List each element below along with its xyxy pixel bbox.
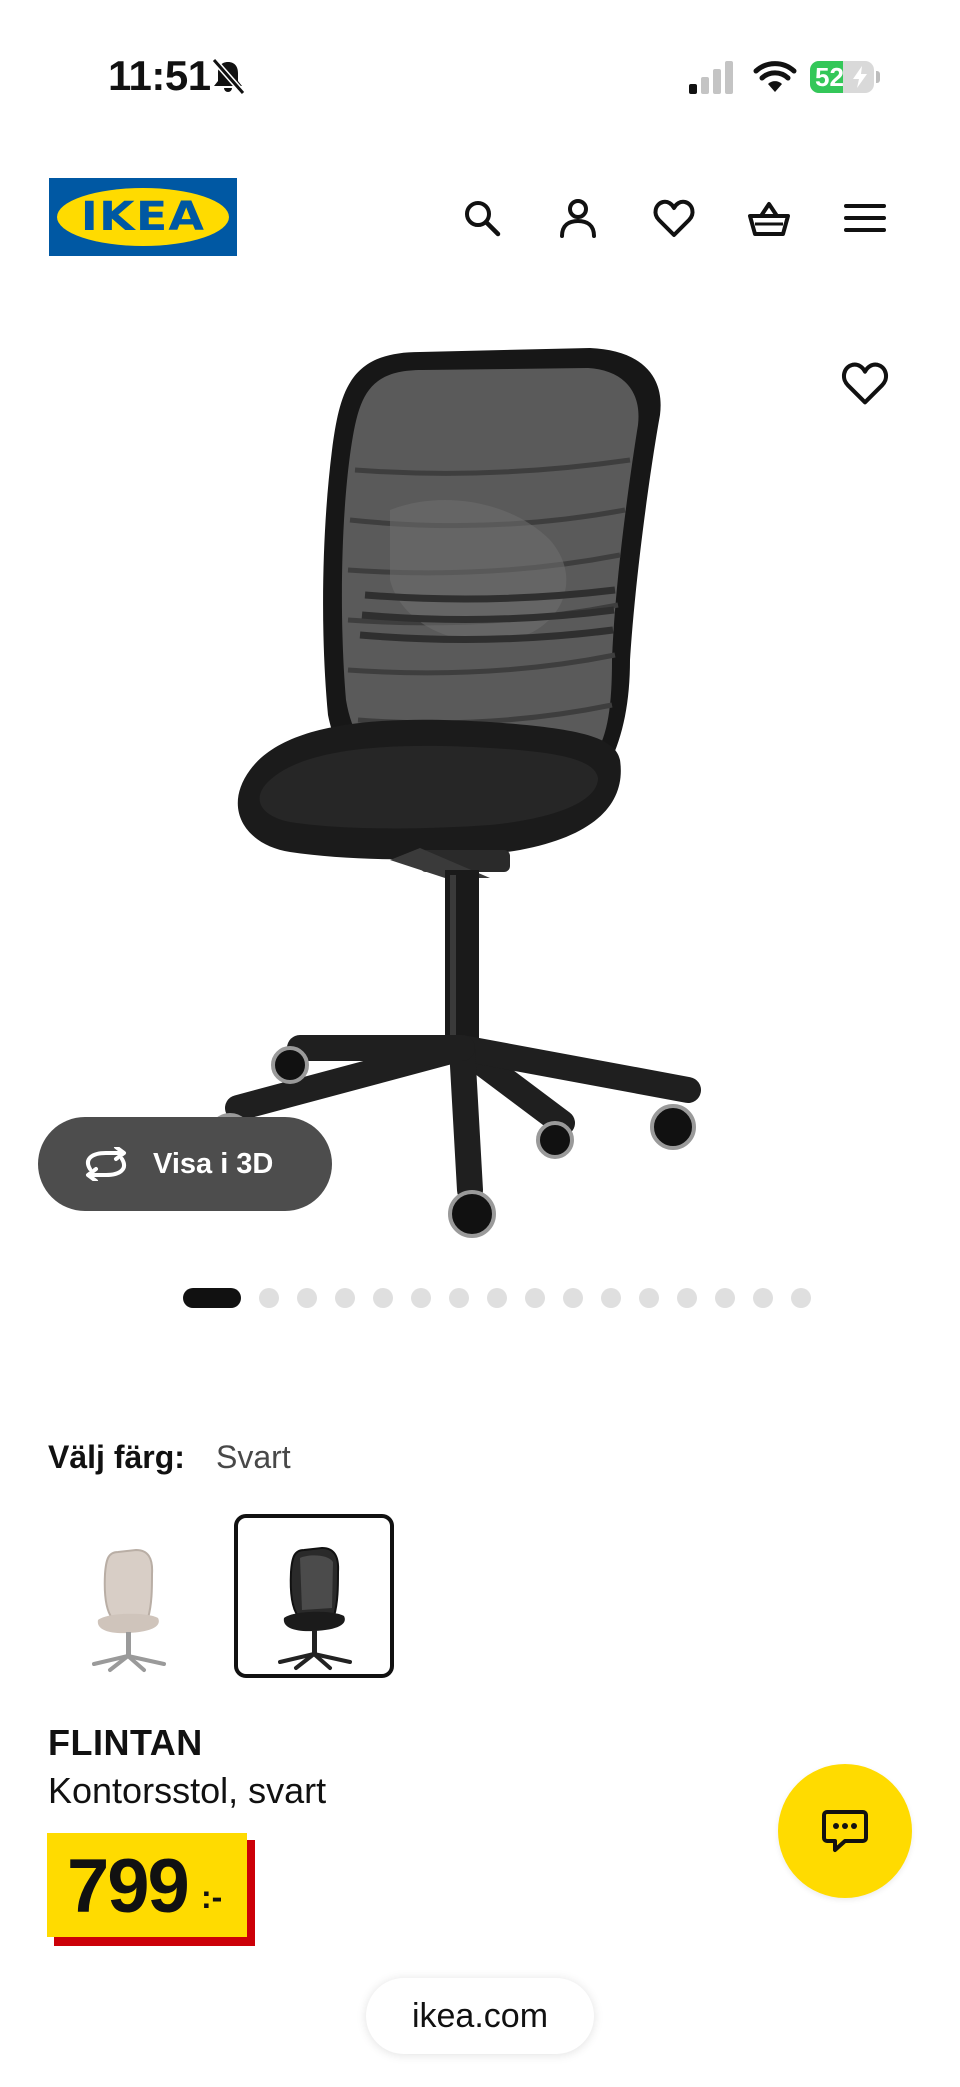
status-time: 11:51 (108, 52, 211, 99)
carousel-dot[interactable] (677, 1288, 697, 1308)
carousel-dot[interactable] (563, 1288, 583, 1308)
carousel-dot[interactable] (715, 1288, 735, 1308)
battery-percent: 52 (815, 62, 844, 92)
color-swatch-black[interactable] (234, 1514, 394, 1678)
battery-tip (876, 71, 880, 83)
battery-charging-icon: 52 (810, 61, 874, 93)
color-value: Svart (216, 1439, 291, 1475)
carousel-dot[interactable] (525, 1288, 545, 1308)
bell-slash-icon (208, 56, 248, 96)
carousel-dot[interactable] (487, 1288, 507, 1308)
carousel-dots[interactable] (183, 1288, 811, 1308)
carousel-dot-active[interactable] (183, 1288, 241, 1308)
search-icon[interactable] (460, 196, 504, 240)
view-in-3d-label: Visa i 3D (153, 1148, 274, 1180)
menu-icon[interactable] (843, 196, 887, 240)
carousel-dot[interactable] (259, 1288, 279, 1308)
product-description: Kontorsstol, svart (48, 1770, 327, 1811)
cellular-signal-icon (687, 60, 735, 94)
product-image[interactable] (190, 330, 730, 1240)
carousel-dot[interactable] (297, 1288, 317, 1308)
ikea-logo[interactable]: IKEA (49, 178, 237, 256)
wifi-icon (753, 58, 797, 94)
carousel-dot[interactable] (753, 1288, 773, 1308)
carousel-dot[interactable] (601, 1288, 621, 1308)
carousel-dot[interactable] (411, 1288, 431, 1308)
carousel-dot[interactable] (639, 1288, 659, 1308)
heart-icon[interactable] (652, 196, 696, 240)
carousel-dot[interactable] (335, 1288, 355, 1308)
price-tag: 799 :- (47, 1833, 247, 1937)
carousel-dot[interactable] (373, 1288, 393, 1308)
carousel-dot[interactable] (449, 1288, 469, 1308)
user-icon[interactable] (556, 196, 600, 240)
price-suffix: :- (201, 1879, 223, 1915)
chat-icon (822, 1810, 868, 1852)
product-name: FLINTAN (48, 1722, 203, 1763)
favorite-icon[interactable] (840, 358, 890, 408)
logo-text: IKEA (80, 194, 206, 240)
carousel-dot[interactable] (791, 1288, 811, 1308)
view-in-3d-button[interactable]: Visa i 3D (38, 1117, 332, 1211)
url-bar[interactable]: ikea.com (366, 1978, 594, 2054)
color-label: Välj färg: (48, 1439, 185, 1475)
basket-icon[interactable] (747, 196, 791, 240)
color-swatch-beige[interactable] (48, 1514, 208, 1678)
rotate-arrows-icon (86, 1147, 126, 1181)
price-value: 799 (67, 1844, 190, 1929)
url-text: ikea.com (411, 1997, 549, 2035)
chat-button[interactable] (778, 1764, 912, 1898)
